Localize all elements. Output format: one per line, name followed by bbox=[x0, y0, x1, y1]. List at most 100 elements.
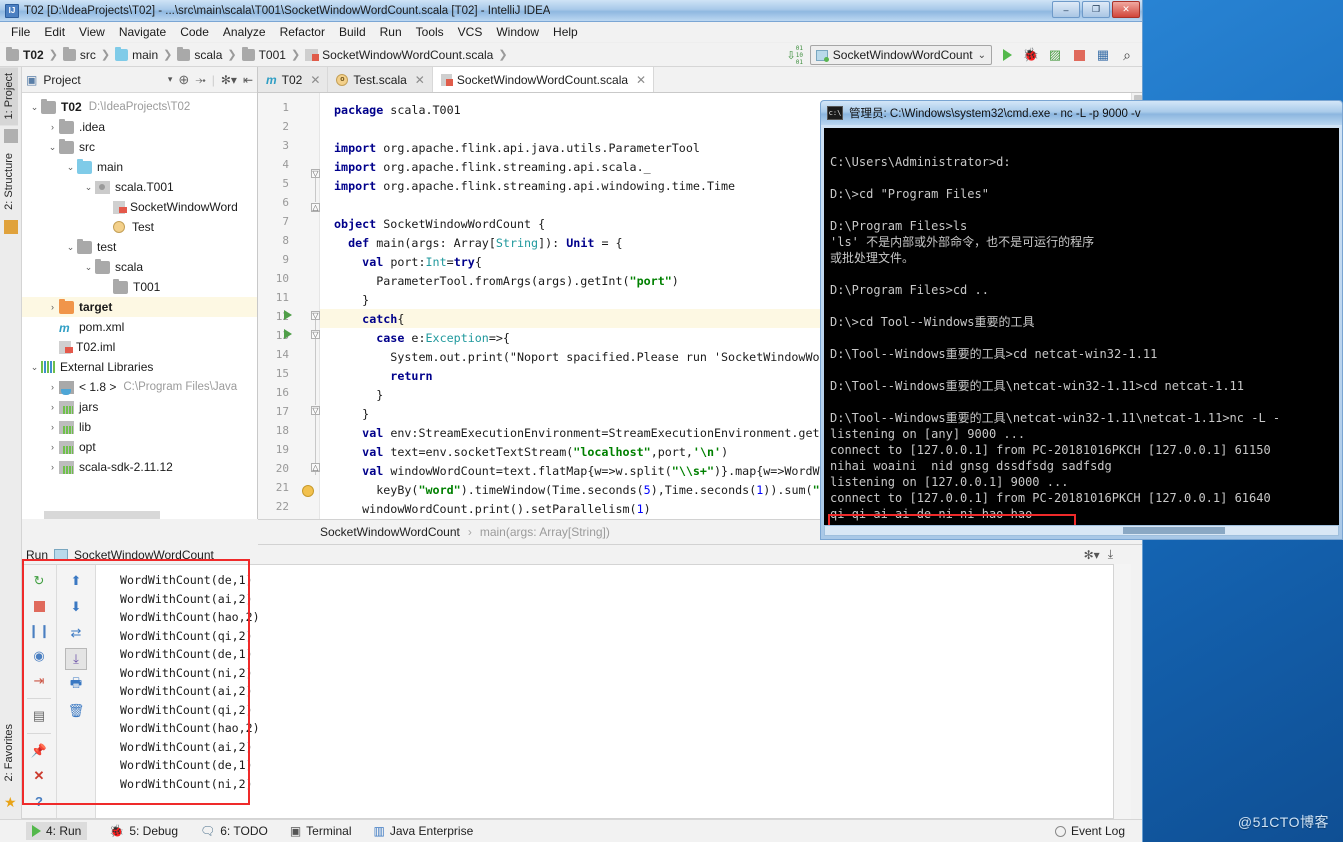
export-icon[interactable]: ⤓ bbox=[1108, 547, 1113, 562]
tool-tab-structure[interactable]: 2: Structure bbox=[0, 147, 18, 216]
stop-icon[interactable] bbox=[28, 595, 50, 617]
code-line[interactable]: import org.apache.flink.api.java.utils.P… bbox=[334, 139, 700, 158]
code-line[interactable]: windowWordCount.print().setParallelism(1… bbox=[334, 500, 651, 519]
breadcrumb-method[interactable]: main(args: Array[String]) bbox=[480, 525, 610, 539]
code-line[interactable]: val port:Int=try{ bbox=[334, 253, 482, 272]
statusbar-item-terminal[interactable]: ▣ Terminal bbox=[290, 824, 352, 838]
menu-code[interactable]: Code bbox=[173, 23, 216, 41]
menu-tools[interactable]: Tools bbox=[409, 23, 451, 41]
tree-row[interactable]: › jars bbox=[22, 397, 257, 417]
debug-icon[interactable]: 🐞 bbox=[1022, 46, 1040, 64]
cmd-console-output[interactable]: C:\Users\Administrator>d: D:\>cd "Progra… bbox=[824, 128, 1339, 536]
code-line[interactable]: } bbox=[334, 405, 369, 424]
tree-row[interactable]: ⌄ scala.T001 bbox=[22, 177, 257, 197]
layout-settings-icon[interactable]: ▤ bbox=[28, 705, 50, 727]
tree-row[interactable]: › target bbox=[22, 297, 257, 317]
run-console-output[interactable]: WordWithCount(de,1) WordWithCount(ai,2) Wo… bbox=[96, 565, 1113, 818]
gear-icon[interactable]: ✻▾ bbox=[221, 73, 237, 87]
chevron-toggle-icon[interactable]: › bbox=[46, 122, 59, 132]
menu-view[interactable]: View bbox=[72, 23, 112, 41]
code-line[interactable]: package scala.T001 bbox=[334, 101, 461, 120]
diagram-icon[interactable] bbox=[3, 220, 18, 235]
code-line[interactable]: object SocketWindowWordCount { bbox=[334, 215, 545, 234]
code-line[interactable]: ParameterTool.fromArgs(args).getInt("por… bbox=[334, 272, 679, 291]
cmd-horizontal-scrollbar[interactable] bbox=[824, 525, 1339, 536]
code-line[interactable]: } bbox=[334, 291, 369, 310]
chevron-toggle-icon[interactable]: ⌄ bbox=[64, 162, 77, 173]
fold-marker-icon[interactable]: ▽ bbox=[311, 406, 320, 415]
rerun-icon[interactable]: ↻ bbox=[28, 570, 50, 592]
gear-icon[interactable]: ✻▾ bbox=[1084, 548, 1100, 562]
tree-row[interactable]: ⌄ test bbox=[22, 237, 257, 257]
project-structure-icon[interactable] bbox=[3, 129, 18, 144]
breadcrumb-item-file[interactable]: SocketWindowWordCount.scala ❯ bbox=[305, 48, 512, 62]
chevron-toggle-icon[interactable]: › bbox=[46, 302, 59, 312]
chevron-down-icon[interactable]: ⌄ bbox=[978, 50, 986, 61]
code-line[interactable]: import org.apache.flink.streaming.api.wi… bbox=[334, 177, 735, 196]
breadcrumb-item-scala[interactable]: scala ❯ bbox=[177, 46, 241, 62]
fold-marker-icon[interactable]: △ bbox=[311, 463, 320, 472]
menu-window[interactable]: Window bbox=[489, 23, 546, 41]
statusbar-item-debug[interactable]: 🐞 5: Debug bbox=[109, 824, 178, 838]
tree-row[interactable]: › scala-sdk-2.11.12 bbox=[22, 457, 257, 477]
target-icon[interactable]: ⊕ bbox=[178, 72, 189, 88]
chevron-toggle-icon[interactable]: ⌄ bbox=[46, 142, 59, 153]
code-line[interactable]: val text=env.socketTextStream("localhost… bbox=[334, 443, 728, 462]
tree-row[interactable]: › .idea bbox=[22, 117, 257, 137]
maximize-button[interactable]: ❐ bbox=[1082, 1, 1110, 18]
menu-analyze[interactable]: Analyze bbox=[216, 23, 273, 41]
breadcrumb-item-src[interactable]: src ❯ bbox=[62, 46, 115, 62]
fold-marker-icon[interactable]: △ bbox=[311, 203, 320, 212]
code-line[interactable]: import org.apache.flink.streaming.api.sc… bbox=[334, 158, 651, 177]
tree-row[interactable]: T02.iml bbox=[22, 337, 257, 357]
close-icon[interactable]: ✕ bbox=[636, 73, 646, 87]
breadcrumb-item-t02[interactable]: T02 ❯ bbox=[6, 46, 63, 62]
code-line[interactable]: def main(args: Array[String]): Unit = { bbox=[334, 234, 623, 253]
run-console-scrollbar[interactable] bbox=[1131, 564, 1142, 819]
tree-row[interactable]: › lib bbox=[22, 417, 257, 437]
dump-threads-icon[interactable]: ◉ bbox=[28, 645, 50, 667]
menu-bar[interactable]: File Edit View Navigate Code Analyze Ref… bbox=[0, 22, 1142, 43]
chevron-toggle-icon[interactable]: › bbox=[46, 442, 59, 452]
chevron-toggle-icon[interactable]: ⌄ bbox=[28, 102, 41, 113]
pause-icon[interactable]: ❙❙ bbox=[28, 620, 50, 642]
run-configuration-selector[interactable]: SocketWindowWordCount ⌄ bbox=[809, 45, 992, 65]
scroll-down-icon[interactable]: ⬇ bbox=[65, 596, 87, 618]
statusbar-item-java-enterprise[interactable]: ▥ Java Enterprise bbox=[374, 824, 474, 838]
close-icon[interactable]: ✕ bbox=[310, 73, 320, 87]
statusbar-item-todo[interactable]: 🗨 6: TODO bbox=[200, 824, 268, 838]
chevron-toggle-icon[interactable]: ⌄ bbox=[82, 182, 95, 193]
search-icon[interactable]: ⌕ bbox=[1118, 46, 1136, 64]
menu-edit[interactable]: Edit bbox=[37, 23, 72, 41]
code-line[interactable]: } bbox=[334, 386, 383, 405]
statusbar-item-run[interactable]: 4: Run bbox=[26, 822, 88, 840]
tree-row[interactable]: ⌄ scala bbox=[22, 257, 257, 277]
code-line[interactable]: case e:Exception=>{ bbox=[334, 329, 510, 348]
collapse-icon[interactable]: ⤞ bbox=[195, 72, 205, 88]
tree-row[interactable]: ⌄ main bbox=[22, 157, 257, 177]
hide-icon[interactable]: ⇤ bbox=[243, 73, 253, 87]
fold-marker-icon[interactable]: ▽ bbox=[311, 169, 320, 178]
soft-wrap-icon[interactable]: ⇄ bbox=[65, 622, 87, 644]
breadcrumb-item-t001[interactable]: T001 ❯ bbox=[241, 46, 306, 62]
close-icon[interactable]: ✕ bbox=[28, 765, 50, 787]
tab-socketwindowwordcount-scala[interactable]: SocketWindowWordCount.scala ✕ bbox=[432, 67, 655, 92]
chevron-toggle-icon[interactable]: ⌄ bbox=[82, 262, 95, 273]
tool-tab-favorites[interactable]: 2: Favorites bbox=[0, 718, 18, 787]
layout-icon[interactable]: ▦ bbox=[1094, 46, 1112, 64]
chevron-toggle-icon[interactable]: › bbox=[46, 402, 59, 412]
clear-all-icon[interactable]: 🗑 bbox=[65, 700, 87, 722]
statusbar-item-event-log[interactable]: Event Log bbox=[1054, 824, 1125, 838]
tree-row[interactable]: › < 1.8 > C:\Program Files\Java bbox=[22, 377, 257, 397]
tree-row[interactable]: › opt bbox=[22, 437, 257, 457]
menu-run[interactable]: Run bbox=[373, 23, 409, 41]
tree-row[interactable]: T001 bbox=[22, 277, 257, 297]
minimize-button[interactable]: – bbox=[1052, 1, 1080, 18]
run-marker-icon[interactable] bbox=[284, 310, 292, 320]
fold-marker-icon[interactable]: ▽ bbox=[311, 330, 320, 339]
chevron-toggle-icon[interactable]: ⌄ bbox=[64, 242, 77, 253]
fold-marker-icon[interactable]: ▽ bbox=[311, 311, 320, 320]
tool-tab-project[interactable]: 1: Project bbox=[0, 67, 18, 126]
tree-row[interactable]: ⌄ T02 D:\IdeaProjects\T02 bbox=[22, 97, 257, 117]
chevron-toggle-icon[interactable]: › bbox=[46, 462, 59, 472]
